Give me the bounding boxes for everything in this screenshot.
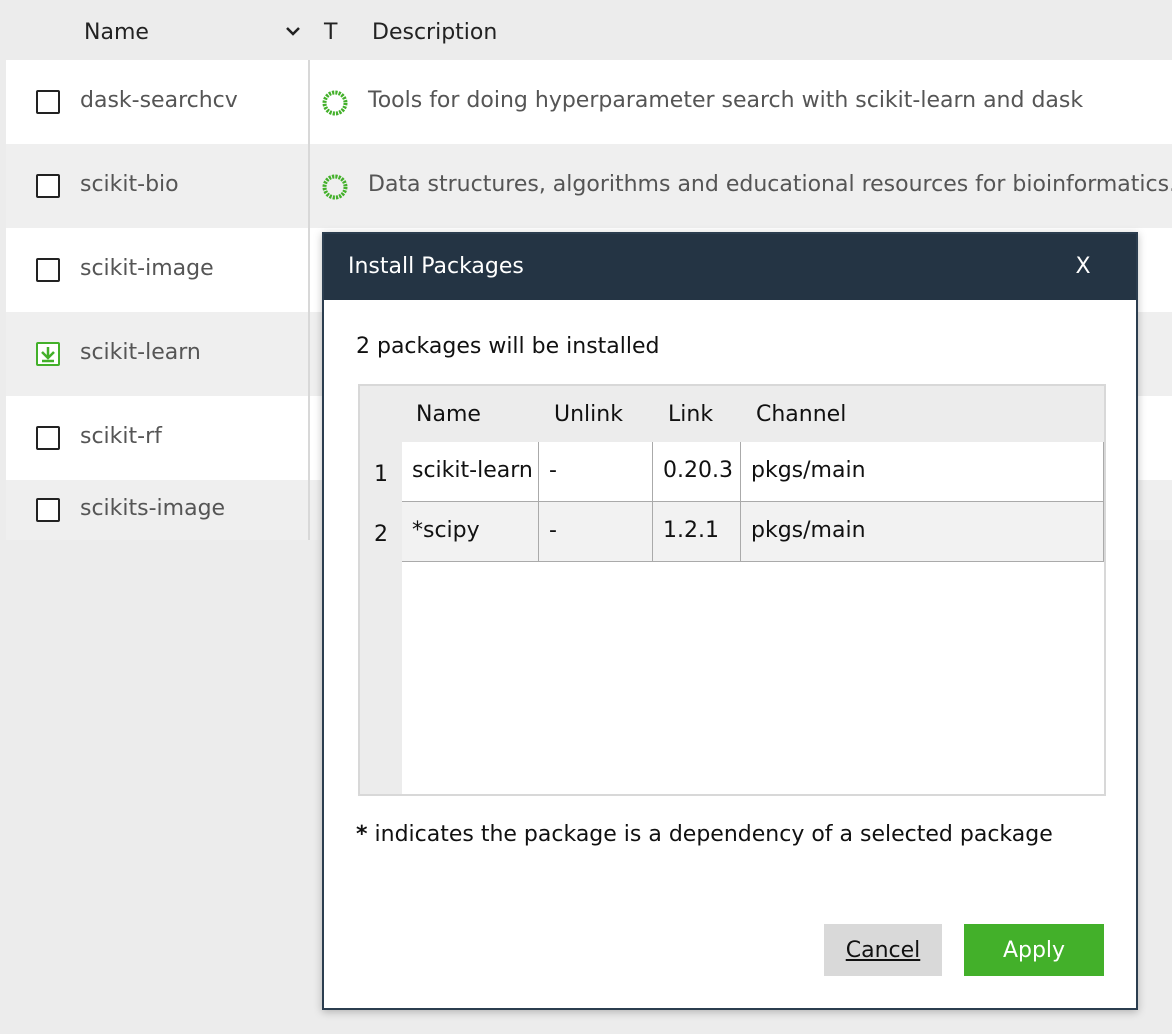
install-arrow-icon	[41, 347, 55, 363]
package-description: Data structures, algorithms and educatio…	[368, 172, 1172, 197]
package-name: dask-searchcv	[80, 88, 238, 113]
row-number-gutter: 1 2	[360, 442, 402, 794]
table-header: Name Unlink Link Channel	[402, 386, 1104, 442]
package-name: scikit-rf	[80, 424, 162, 449]
package-list-header: Name T Description	[6, 4, 1172, 60]
row-number: 2	[374, 522, 388, 547]
package-checkbox[interactable]	[36, 498, 60, 522]
row-number: 1	[374, 462, 388, 487]
package-name: scikit-bio	[80, 172, 179, 197]
cell-unlink: -	[539, 442, 653, 501]
package-name: scikits-image	[80, 496, 226, 521]
package-name: scikit-learn	[80, 340, 201, 365]
table-row[interactable]: scikit-learn - 0.20.3 pkgs/main	[402, 442, 1104, 502]
chevron-down-icon[interactable]	[284, 24, 302, 38]
table-header-channel[interactable]: Channel	[756, 402, 846, 427]
table-header-name[interactable]: Name	[416, 402, 481, 427]
install-packages-dialog: Install Packages X 2 packages will be in…	[322, 232, 1138, 1010]
installable-ring-icon	[322, 174, 348, 200]
install-actions-table: Name Unlink Link Channel 1 2 scikit-lear…	[358, 384, 1106, 796]
package-checkbox[interactable]	[36, 258, 60, 282]
dependency-note-text: indicates the package is a dependency of…	[367, 822, 1053, 847]
dialog-title: Install Packages	[348, 254, 524, 279]
column-header-description[interactable]: Description	[372, 20, 497, 45]
package-row[interactable]: scikit-bio Data structures, algorithms a…	[6, 144, 1172, 228]
package-checkbox[interactable]	[36, 90, 60, 114]
installable-ring-icon	[322, 90, 348, 116]
cell-name: scikit-learn	[402, 442, 539, 501]
cell-channel: pkgs/main	[741, 442, 1104, 501]
package-checkbox[interactable]	[36, 174, 60, 198]
table-row[interactable]: *scipy - 1.2.1 pkgs/main	[402, 502, 1104, 562]
column-header-name[interactable]: Name	[84, 20, 149, 45]
cell-link: 1.2.1	[653, 502, 741, 561]
column-divider	[308, 60, 310, 540]
table-header-link[interactable]: Link	[668, 402, 713, 427]
cancel-button[interactable]: Cancel	[824, 924, 942, 976]
package-row[interactable]: dask-searchcv Tools for doing hyperparam…	[6, 60, 1172, 144]
dependency-note: * indicates the package is a dependency …	[356, 822, 1053, 847]
column-header-type[interactable]: T	[324, 20, 337, 45]
cell-link: 0.20.3	[653, 442, 741, 501]
dialog-titlebar: Install Packages X	[324, 234, 1136, 300]
table-corner	[360, 386, 402, 442]
table-header-unlink[interactable]: Unlink	[554, 402, 623, 427]
package-name: scikit-image	[80, 256, 214, 281]
install-summary-message: 2 packages will be installed	[356, 334, 660, 359]
dependency-note-star: *	[356, 822, 368, 847]
cell-channel: pkgs/main	[741, 502, 1104, 561]
apply-button[interactable]: Apply	[964, 924, 1104, 976]
package-checkbox-selected[interactable]	[36, 342, 60, 366]
cell-name: *scipy	[402, 502, 539, 561]
package-checkbox[interactable]	[36, 426, 60, 450]
close-button[interactable]: X	[1068, 250, 1098, 284]
package-description: Tools for doing hyperparameter search wi…	[368, 88, 1084, 113]
cell-unlink: -	[539, 502, 653, 561]
